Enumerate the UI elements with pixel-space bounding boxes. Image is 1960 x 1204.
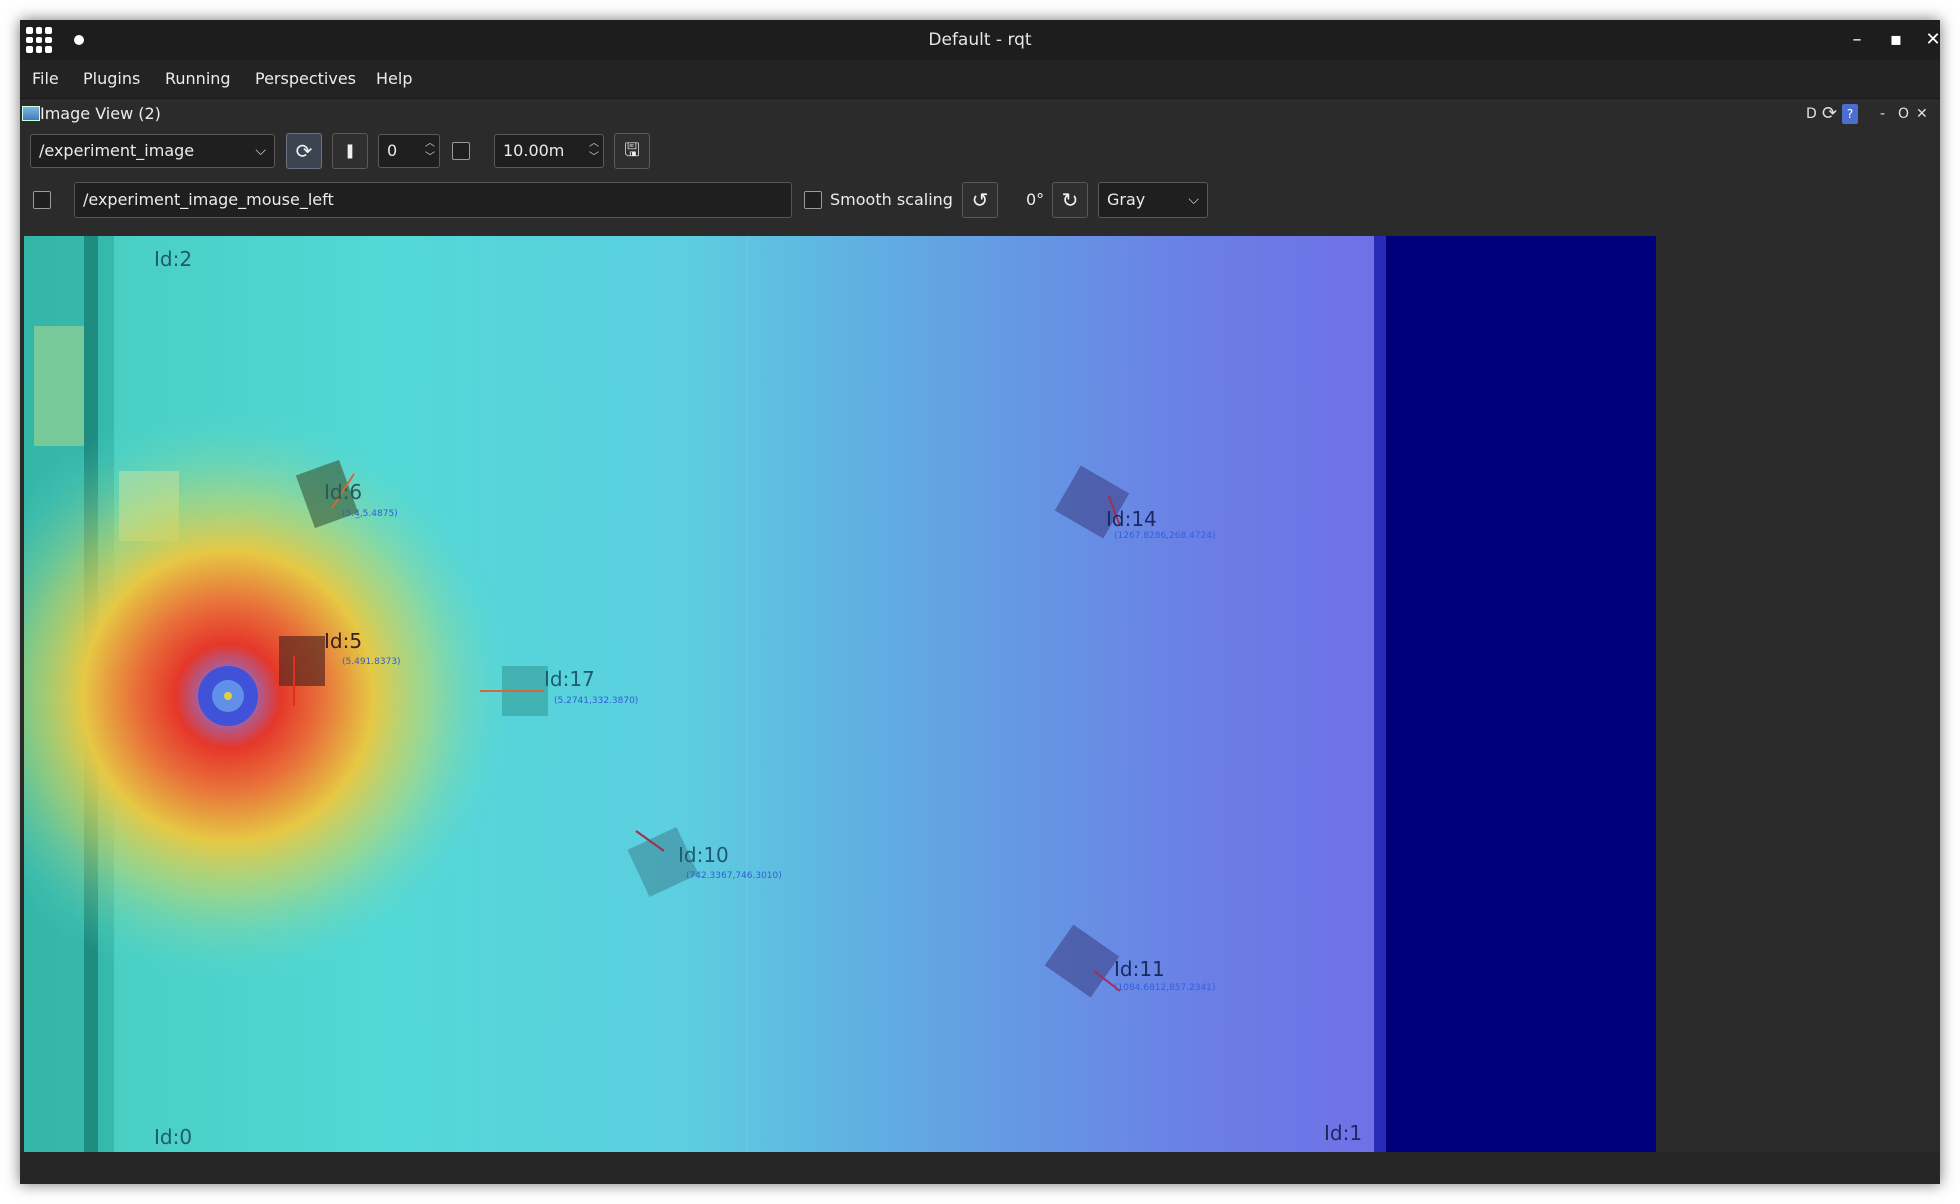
colormap-value: Gray	[1107, 190, 1146, 209]
image-icon	[22, 106, 40, 121]
rotate-right-icon[interactable]: ↻	[1052, 182, 1088, 218]
rotate-left-icon[interactable]: ↺	[962, 182, 998, 218]
close-icon[interactable]: ✕	[1918, 26, 1948, 54]
rqt-window: Default - rqt – ▪ ✕ File Plugins Running…	[20, 20, 1941, 1184]
close-panel-icon[interactable]: ✕	[1916, 104, 1928, 124]
mouse-topic-value: /experiment_image_mouse_left	[83, 190, 334, 209]
smooth-scaling-label: Smooth scaling	[830, 190, 953, 209]
menu-file[interactable]: File	[32, 69, 59, 88]
menu-perspectives[interactable]: Perspectives	[255, 69, 356, 88]
refresh-topics-button[interactable]: ⟳	[286, 133, 322, 169]
heatmap-image: Id:2 Id:6 (5.4̲,5.4875) Id:5 (5.491.8373…	[24, 236, 1656, 1152]
marker-id-label: Id:6	[324, 480, 362, 504]
marker-id-label: Id:5	[324, 629, 362, 653]
window-title: Default - rqt	[928, 30, 1032, 50]
marker-id-label: Id:10	[678, 843, 729, 867]
menu-plugins[interactable]: Plugins	[83, 69, 140, 88]
chevron-down-icon: ⌵	[255, 143, 266, 159]
mouse-topic-input[interactable]: /experiment_image_mouse_left	[74, 182, 792, 218]
number-spinbox[interactable]: 0 ︿ ﹀	[378, 134, 440, 168]
marker-id-label: Id:17	[544, 667, 595, 691]
marker-id-label: Id:14	[1106, 507, 1157, 531]
float-panel-button[interactable]: O	[1898, 104, 1909, 124]
image-view-canvas[interactable]: Id:2 Id:6 (5.4̲,5.4875) Id:5 (5.491.8373…	[24, 236, 1656, 1152]
number-value: 0	[387, 141, 398, 160]
marker-pose-label: (1267.8286,268.4724)	[1114, 531, 1216, 541]
toolbar-row-2: /experiment_image_mouse_left Smooth scal…	[20, 180, 1940, 220]
marker-id-label: Id:2	[154, 247, 192, 271]
spin-arrows-icon[interactable]: ︿ ﹀	[589, 137, 599, 165]
spin-arrows-icon[interactable]: ︿ ﹀	[425, 137, 435, 165]
menu-help[interactable]: Help	[376, 69, 412, 88]
marker-id-label: Id:0	[154, 1125, 192, 1149]
marker-id-label: Id:1	[1324, 1121, 1362, 1145]
marker-pose-label: (1084.6812,857.2341)	[1114, 983, 1216, 993]
rotation-label: 0°	[1026, 190, 1045, 209]
dynamic-range-checkbox[interactable]	[452, 142, 470, 160]
marker-pose-label: (5.491.8373)	[342, 657, 401, 667]
marker-id-label: Id:11	[1114, 957, 1165, 981]
menu-running[interactable]: Running	[165, 69, 231, 88]
marker-pose-label: (742.3367,746.3010)	[686, 871, 782, 881]
topic-select[interactable]: /experiment_image ⌵	[30, 134, 275, 168]
marker-pose-label: (5.2741,332.3870)	[554, 696, 638, 706]
topic-select-value: /experiment_image	[39, 141, 195, 160]
zoom-1-icon[interactable]: ❚	[332, 133, 368, 169]
image-view-panel-header: Image View (2) D ⟳ ? - O ✕	[20, 100, 1940, 130]
timeout-spinbox[interactable]: 10.00m ︿ ﹀	[494, 134, 604, 168]
save-image-icon[interactable]: 🖫	[614, 133, 650, 169]
publish-mouse-checkbox[interactable]	[33, 191, 51, 209]
panel-title: Image View (2)	[40, 104, 161, 123]
marker-pose-label: (5.4̲,5.4875)	[342, 509, 398, 519]
timeout-value: 10.00m	[503, 141, 565, 160]
minimize-panel-button[interactable]: -	[1880, 104, 1885, 124]
toolbar-row-1: /experiment_image ⌵ ⟳ ❚ 0 ︿ ﹀ 10.00m ︿ ﹀ 🖫	[20, 133, 1940, 174]
status-bar	[20, 1152, 1940, 1184]
help-icon[interactable]: ?	[1842, 104, 1858, 124]
title-bar: Default - rqt – ▪ ✕	[20, 20, 1941, 60]
maximize-icon[interactable]: ▪	[1881, 26, 1911, 54]
smooth-scaling-checkbox[interactable]	[804, 191, 822, 209]
colormap-select[interactable]: Gray ⌵	[1098, 182, 1208, 218]
menu-bar: File Plugins Running Perspectives Help	[20, 60, 1940, 99]
dock-button[interactable]: D	[1806, 104, 1817, 124]
chevron-down-icon: ⌵	[1188, 192, 1199, 208]
minimize-icon[interactable]: –	[1842, 26, 1872, 54]
reload-icon[interactable]: ⟳	[1822, 104, 1837, 124]
